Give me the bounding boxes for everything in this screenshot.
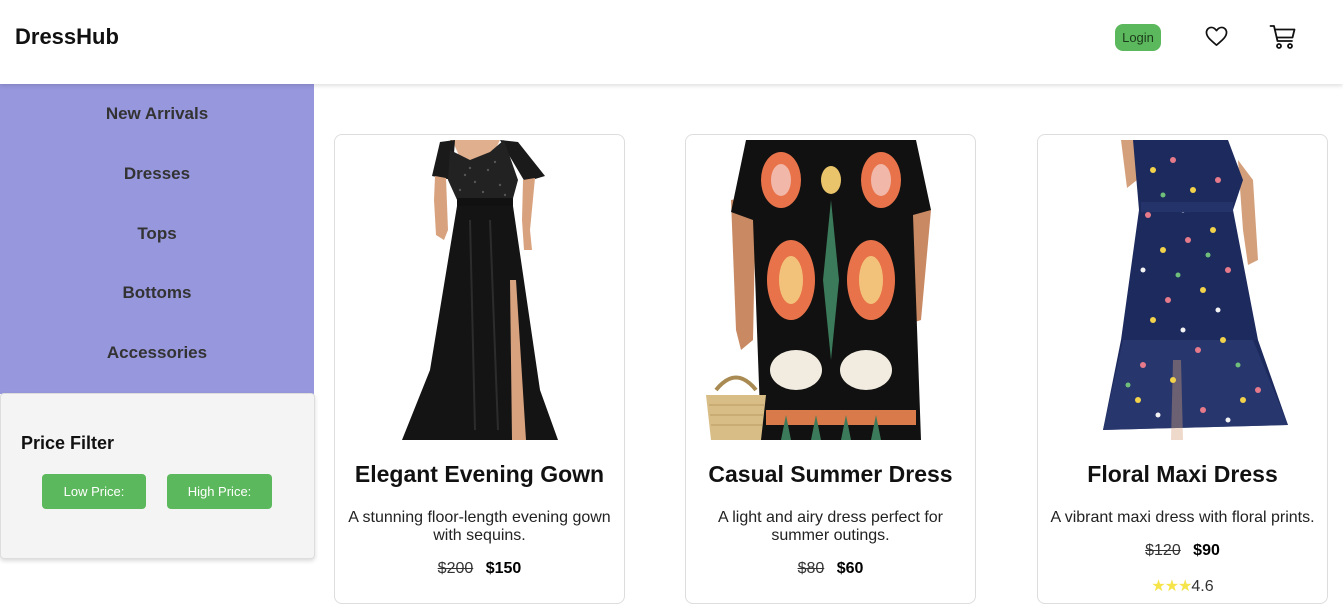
star-rating-icon: ★★★ — [1151, 578, 1192, 595]
product-description: A vibrant maxi dress with floral prints. — [1050, 509, 1315, 526]
product-image-evening-gown[interactable] — [340, 140, 619, 440]
original-price: $120 — [1145, 542, 1181, 559]
sidebar-item-accessories[interactable]: Accessories — [0, 343, 314, 363]
product-title[interactable]: Floral Maxi Dress — [1038, 461, 1327, 488]
sale-price: $60 — [836, 560, 864, 577]
price-row: $120 $90 — [1038, 542, 1327, 560]
sidebar-item-new-arrivals[interactable]: New Arrivals — [0, 104, 314, 124]
cart-icon[interactable] — [1269, 24, 1297, 50]
product-card[interactable]: Elegant Evening Gown A stunning floor-le… — [334, 134, 625, 604]
sidebar-item-tops[interactable]: Tops — [0, 224, 314, 244]
product-rating: ★★★4.6 — [1038, 576, 1327, 596]
low-price-button[interactable]: Low Price: — [42, 474, 146, 509]
sidebar-item-bottoms[interactable]: Bottoms — [0, 283, 314, 303]
product-card[interactable]: Casual Summer Dress A light and airy dre… — [685, 134, 976, 604]
sale-price: $90 — [1193, 542, 1220, 559]
original-price: $200 — [437, 560, 474, 577]
rating-value: 4.6 — [1191, 578, 1214, 595]
product-description: A light and airy dress perfect for summe… — [718, 509, 943, 544]
original-price: $80 — [797, 560, 825, 577]
login-button[interactable]: Login — [1115, 24, 1161, 51]
header: DressHub Login — [0, 0, 1343, 84]
product-title[interactable]: Casual Summer Dress — [686, 461, 975, 488]
heart-icon[interactable] — [1205, 26, 1228, 47]
product-description: A stunning floor-length evening gown wit… — [348, 509, 611, 544]
sidebar-item-dresses[interactable]: Dresses — [0, 164, 314, 184]
high-price-button[interactable]: High Price: — [167, 474, 272, 509]
price-row: $200 $150 — [335, 560, 624, 578]
product-card[interactable]: Floral Maxi Dress A vibrant maxi dress w… — [1037, 134, 1328, 604]
product-title[interactable]: Elegant Evening Gown — [335, 461, 624, 488]
price-filter-title: Price Filter — [21, 433, 115, 453]
brand-logo[interactable]: DressHub — [15, 24, 119, 50]
product-image-summer-dress[interactable] — [691, 140, 970, 440]
sale-price: $150 — [485, 560, 522, 577]
price-filter-panel: Price Filter Low Price: High Price: — [0, 393, 315, 559]
product-image-floral-maxi[interactable] — [1043, 140, 1322, 440]
price-row: $80 $60 — [686, 560, 975, 578]
sidebar: New Arrivals Dresses Tops Bottoms Access… — [0, 84, 314, 394]
